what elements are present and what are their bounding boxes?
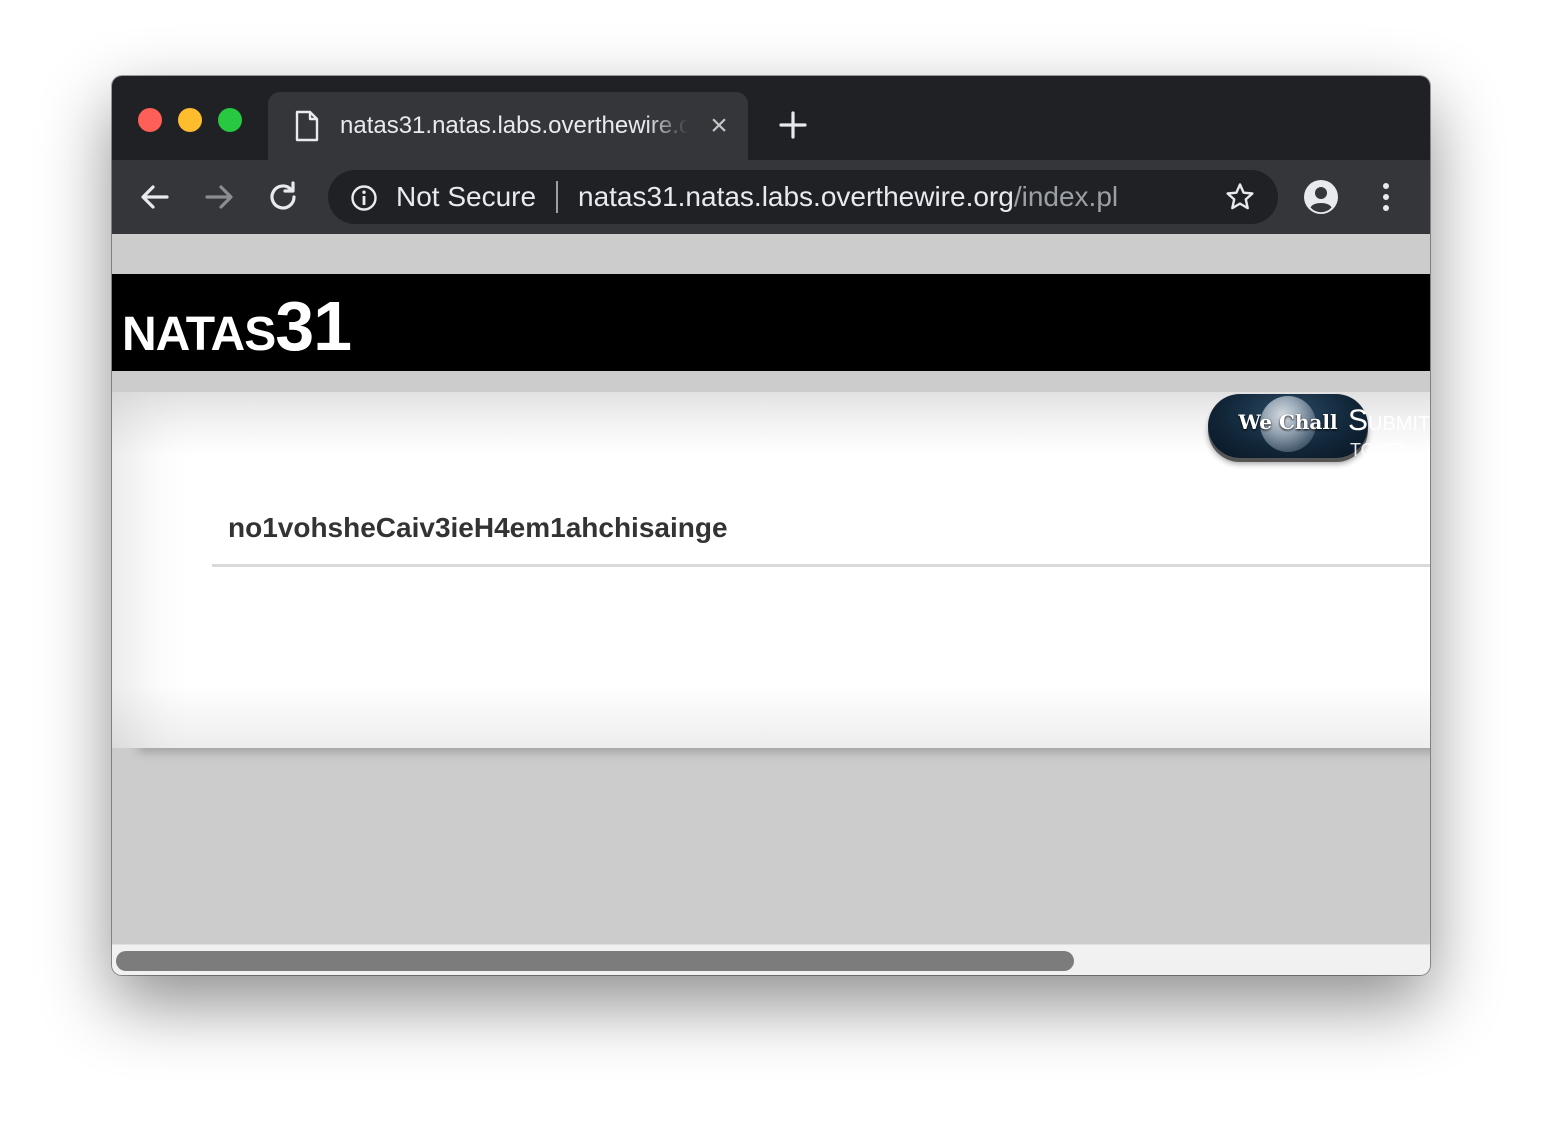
omnibox-divider xyxy=(556,181,558,213)
submit-token-rest: UBMIT xyxy=(1368,413,1430,435)
page-viewport: NATAS31 We Chall SUBMIT TOKEN no1vohsheC… xyxy=(112,234,1430,975)
info-icon[interactable] xyxy=(350,184,378,212)
star-icon[interactable] xyxy=(1224,181,1256,213)
arrow-left-icon[interactable] xyxy=(138,180,172,214)
tab-close-icon[interactable]: × xyxy=(704,111,734,141)
url-path: /index.pl xyxy=(1013,181,1119,212)
toolbar: Not Secure natas31.natas.labs.overthewir… xyxy=(112,160,1430,234)
window-minimize-button[interactable] xyxy=(178,108,202,132)
password-text: no1vohsheCaiv3ieH4em1ahchisainge xyxy=(228,512,728,543)
address-bar[interactable]: Not Secure natas31.natas.labs.overthewir… xyxy=(328,170,1278,224)
submit-token-initial: S xyxy=(1348,404,1369,437)
tab-title: natas31.natas.labs.overthewire.org/index… xyxy=(340,112,688,139)
page-title-number: 31 xyxy=(275,287,352,365)
kebab-menu-icon[interactable] xyxy=(1369,180,1403,214)
tab-strip: natas31.natas.labs.overthewire.org/index… xyxy=(112,76,1430,160)
security-label: Not Secure xyxy=(396,181,537,212)
browser-window: natas31.natas.labs.overthewire.org/index… xyxy=(112,76,1430,975)
site-banner: NATAS31 xyxy=(112,274,1430,371)
window-close-button[interactable] xyxy=(138,108,162,132)
plus-icon[interactable] xyxy=(776,108,810,142)
url-text[interactable]: natas31.natas.labs.overthewire.org/index… xyxy=(578,181,1118,213)
document-icon xyxy=(295,110,319,142)
content-panel: We Chall SUBMIT TOKEN no1vohsheCaiv3ieH4… xyxy=(112,392,1430,748)
account-icon[interactable] xyxy=(1302,178,1340,216)
wechall-badge-text: We Chall xyxy=(1238,410,1338,434)
submit-token-link[interactable]: SUBMIT xyxy=(1348,404,1430,438)
page-title: NATAS31 xyxy=(122,286,352,366)
arrow-right-icon[interactable] xyxy=(202,180,236,214)
page-title-word: NATAS xyxy=(122,308,276,361)
url-host: natas31.natas.labs.overthewire.org xyxy=(578,181,1014,212)
tab-active[interactable]: natas31.natas.labs.overthewire.org/index… xyxy=(268,92,748,160)
scrollbar-thumb[interactable] xyxy=(116,951,1074,971)
reload-icon[interactable] xyxy=(266,180,300,214)
content-divider xyxy=(212,564,1430,567)
wechall-submit-button[interactable]: We Chall xyxy=(1208,394,1368,458)
horizontal-scrollbar[interactable] xyxy=(112,944,1430,975)
window-maximize-button[interactable] xyxy=(218,108,242,132)
submit-token-word: TOKEN xyxy=(1350,440,1412,460)
